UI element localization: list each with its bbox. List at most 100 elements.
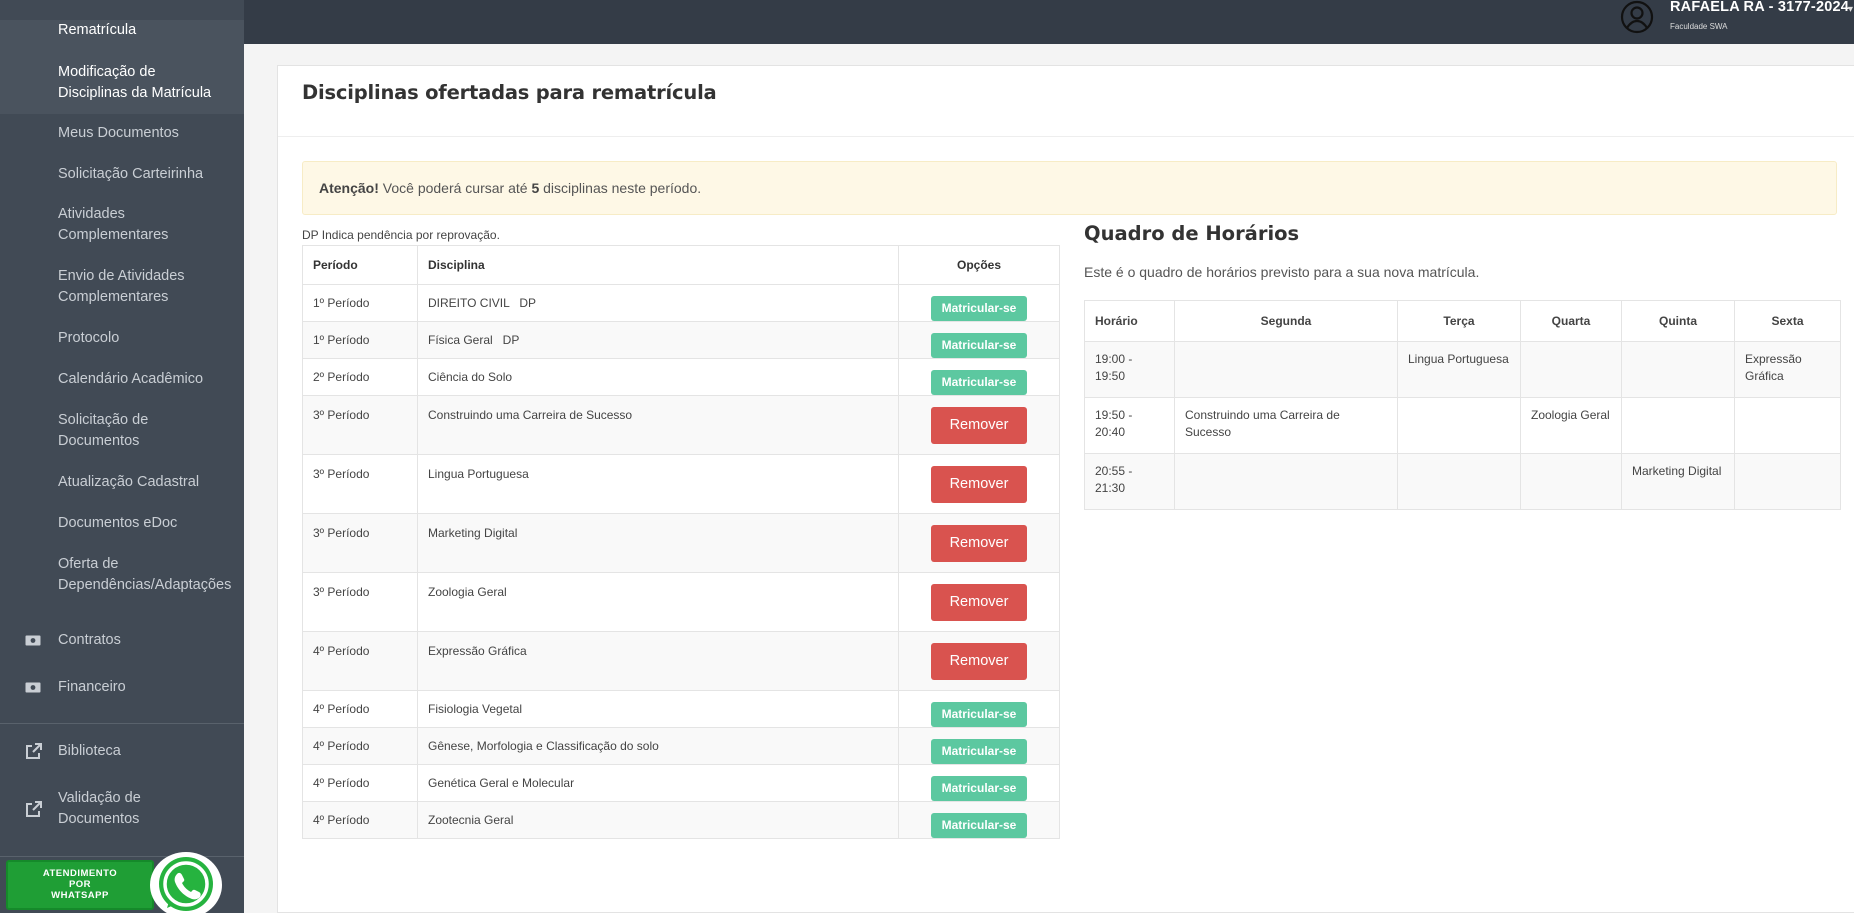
sidebar-item-contratos[interactable]: Contratos <box>0 630 244 651</box>
enroll-button[interactable]: Matricular-se <box>930 776 1028 801</box>
schedule-cell: Construindo uma Carreira de Sucesso <box>1174 397 1398 454</box>
row-period: 4º Período <box>302 631 418 691</box>
dp-note: DP Indica pendência por reprovação. <box>302 228 500 242</box>
sidebar-item-label: Solicitação Carteirinha <box>58 166 204 182</box>
user-name[interactable]: RAFAELA RA - 3177-2024 <box>1670 0 1849 15</box>
sidebar-item-modificacao-disciplinas[interactable]: Modificação de Disciplinas da Matrícula <box>0 62 244 114</box>
whatsapp-line: ATENDIMENTO <box>42 868 118 879</box>
row-period: 3º Período <box>302 454 418 514</box>
row-options: Matricular-se <box>898 764 1060 802</box>
enroll-button[interactable]: Matricular-se <box>930 813 1028 838</box>
enroll-button[interactable]: Matricular-se <box>930 296 1028 321</box>
schedule-subtitle: Este é o quadro de horários previsto par… <box>1084 264 1480 280</box>
row-options: Remover <box>898 395 1060 455</box>
remove-button[interactable]: Remover <box>930 524 1028 562</box>
sidebar-item-atividades-complementares[interactable]: Atividades Complementares <box>0 204 244 246</box>
enroll-button[interactable]: Matricular-se <box>930 739 1028 764</box>
sidebar-item-protocolo[interactable]: Protocolo <box>0 328 244 349</box>
row-period: 4º Período <box>302 801 418 839</box>
schedule-table: Horário Segunda Terça Quarta Quinta Sext… <box>1084 300 1841 510</box>
schedule-col-header: Quinta <box>1621 300 1735 342</box>
user-avatar-icon[interactable] <box>1620 0 1654 34</box>
row-options: Remover <box>898 631 1060 691</box>
schedule-col-header: Sexta <box>1734 300 1841 342</box>
schedule-row: 20:55 - 21:30 Marketing Digital <box>1084 453 1841 510</box>
sidebar-divider <box>0 723 244 724</box>
table-row: 4º Período Gênese, Morfologia e Classific… <box>302 727 1060 765</box>
sidebar-item-validacao-documentos[interactable]: Validação de Documentos <box>0 788 244 830</box>
row-discipline: Construindo uma Carreira de Sucesso <box>417 395 899 455</box>
schedule-time: 20:55 - 21:30 <box>1084 453 1175 510</box>
row-discipline: Zootecnia Geral <box>417 801 899 839</box>
schedule-cell <box>1621 341 1735 398</box>
sidebar-item-solicitacao-carteirinha[interactable]: Solicitação Carteirinha <box>0 164 244 185</box>
sidebar-item-label: Contratos <box>58 632 121 648</box>
schedule-col-header: Horário <box>1084 300 1175 342</box>
row-discipline: Marketing Digital <box>417 513 899 573</box>
alert-banner: Atenção! Você poderá cursar até 5 discip… <box>302 161 1837 215</box>
remove-button[interactable]: Remover <box>930 406 1028 444</box>
user-organization: Faculdade SWA <box>1670 22 1728 31</box>
sidebar-item-label: Atividades Complementares <box>58 206 169 243</box>
row-period: 3º Período <box>302 395 418 455</box>
schedule-header-row: Horário Segunda Terça Quarta Quinta Sext… <box>1084 300 1841 342</box>
sidebar-item-label: Solicitação de Documentos <box>58 412 149 449</box>
schedule-time: 19:50 - 20:40 <box>1084 397 1175 454</box>
row-discipline: Lingua Portuguesa <box>417 454 899 514</box>
sidebar-item-label: Documentos eDoc <box>58 515 178 531</box>
sidebar-item-envio-atividades[interactable]: Envio de Atividades Complementares <box>0 266 244 308</box>
enroll-button[interactable]: Matricular-se <box>930 370 1028 395</box>
whatsapp-support-button[interactable]: ATENDIMENTO POR WHATSAPP <box>6 852 228 913</box>
row-options: Remover <box>898 454 1060 514</box>
row-options: Matricular-se <box>898 321 1060 359</box>
col-header-options: Opções <box>898 245 1060 285</box>
sidebar-item-label: Financeiro <box>58 679 126 695</box>
row-options: Matricular-se <box>898 801 1060 839</box>
schedule-cell <box>1621 397 1735 454</box>
enroll-button[interactable]: Matricular-se <box>930 702 1028 727</box>
schedule-cell <box>1397 453 1521 510</box>
sidebar-item-calendario[interactable]: Calendário Acadêmico <box>0 369 244 390</box>
external-link-icon <box>24 743 42 761</box>
col-header-period: Período <box>302 245 418 285</box>
money-icon <box>24 679 42 697</box>
top-navbar: RAFAELA RA - 3177-2024 Faculdade SWA ▾ <box>244 0 1854 44</box>
sidebar-item-financeiro[interactable]: Financeiro <box>0 677 244 698</box>
table-row: 4º Período Expressão Gráfica Remover <box>302 631 1060 691</box>
sidebar-item-label: Validação de Documentos <box>58 790 141 827</box>
money-icon <box>24 632 42 650</box>
alert-text: disciplinas neste período. <box>539 180 702 196</box>
sidebar-item-documentos-edoc[interactable]: Documentos eDoc <box>0 513 244 534</box>
sidebar-item-rematricula[interactable]: Rematrícula <box>0 20 244 62</box>
row-discipline: Genética Geral e Molecular <box>417 764 899 802</box>
sidebar-item-label: Oferta de Dependências/Adaptações <box>58 556 232 593</box>
table-row: 3º Período Zoologia Geral Remover <box>302 572 1060 632</box>
sidebar-item-oferta-dependencias[interactable]: Oferta de Dependências/Adaptações <box>0 554 244 596</box>
row-options: Remover <box>898 513 1060 573</box>
remove-button[interactable]: Remover <box>930 642 1028 680</box>
row-discipline: Gênese, Morfologia e Classificação do so… <box>417 727 899 765</box>
sidebar-item-atualizacao-cadastral[interactable]: Atualização Cadastral <box>0 472 244 493</box>
schedule-col-header: Terça <box>1397 300 1521 342</box>
page-title: Disciplinas ofertadas para rematrícula <box>302 81 717 104</box>
sidebar-item-meus-documentos[interactable]: Meus Documentos <box>0 123 244 144</box>
sidebar-item-solicitacao-documentos[interactable]: Solicitação de Documentos <box>0 410 244 452</box>
schedule-cell <box>1734 453 1841 510</box>
sidebar-item-label: Meus Documentos <box>58 125 179 141</box>
chevron-down-icon[interactable]: ▾ <box>1848 4 1853 15</box>
row-period: 4º Período <box>302 690 418 728</box>
sidebar-item-label: Envio de Atividades Complementares <box>58 268 185 305</box>
sidebar-item-label: Rematrícula <box>58 22 137 38</box>
sidebar-item-biblioteca[interactable]: Biblioteca <box>0 741 244 762</box>
disciplines-table: Período Disciplina Opções 1º Período DIRE… <box>302 245 1060 839</box>
schedule-title: Quadro de Horários <box>1084 222 1300 245</box>
schedule-cell <box>1734 397 1841 454</box>
remove-button[interactable]: Remover <box>930 465 1028 503</box>
schedule-cell: Lingua Portuguesa <box>1397 341 1521 398</box>
remove-button[interactable]: Remover <box>930 583 1028 621</box>
main-panel: Disciplinas ofertadas para rematrícula A… <box>277 65 1854 913</box>
schedule-cell <box>1520 453 1622 510</box>
row-period: 4º Período <box>302 764 418 802</box>
enroll-button[interactable]: Matricular-se <box>930 333 1028 358</box>
sidebar-item-label: Modificação de Disciplinas da Matrícula <box>58 64 212 101</box>
